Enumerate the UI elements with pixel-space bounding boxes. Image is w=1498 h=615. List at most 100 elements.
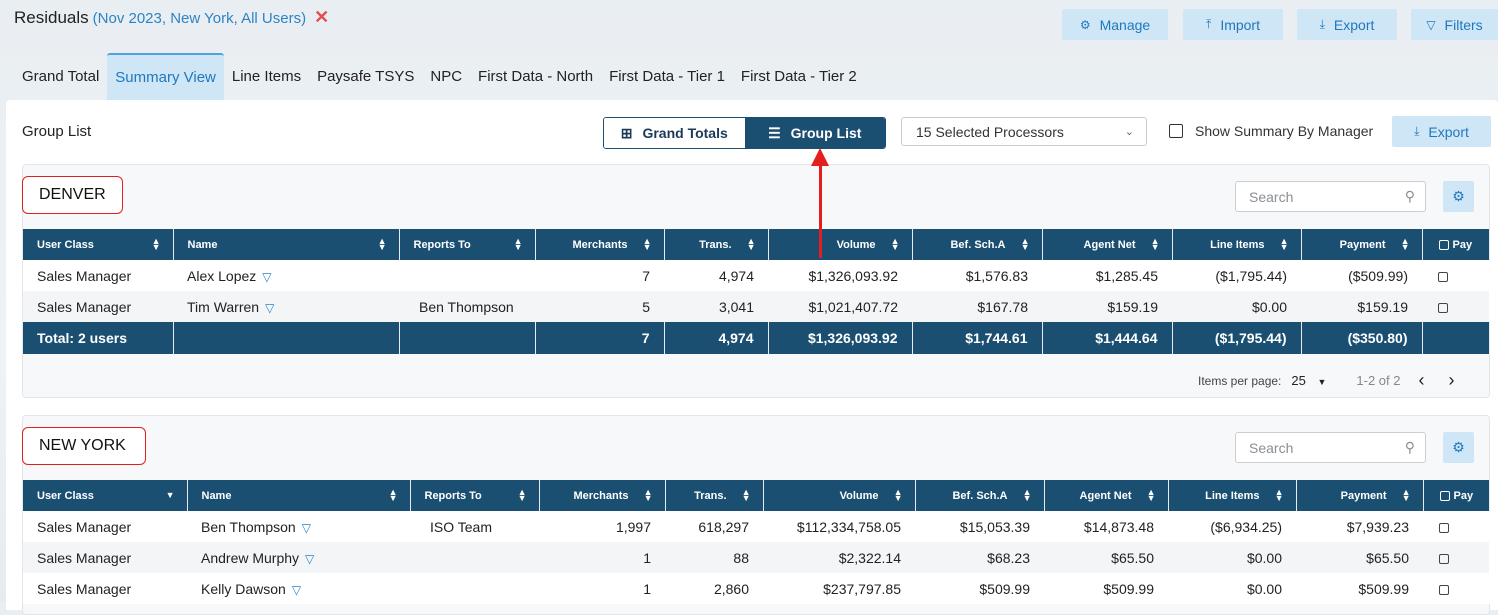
col-pay[interactable]: Pay [1423, 480, 1490, 511]
sort-icon: ▲ ▼ [741, 487, 751, 503]
col-agent-net[interactable]: Agent Net ▲ ▼ [1042, 229, 1173, 260]
col-reports-to[interactable]: Reports To ▲ ▼ [399, 229, 536, 260]
user-name[interactable]: Kelly Dawson [201, 581, 286, 597]
tab-first-data-tier-1[interactable]: First Data - Tier 1 [601, 53, 733, 100]
prev-page-button[interactable]: ‹ [1419, 370, 1425, 391]
user-name[interactable]: Tim Warren [187, 299, 259, 315]
grid-icon: ⊞ [620, 124, 633, 141]
table-row: Sales Manager Ben Thompson ▽ ISO Team 1,9… [23, 511, 1489, 542]
col-bef-sch-a[interactable]: Bef. Sch.A ▲ ▼ [912, 229, 1043, 260]
tab-first-data-tier-2[interactable]: First Data - Tier 2 [733, 53, 865, 100]
filter-icon[interactable]: ▽ [265, 301, 274, 315]
gear-icon: ⚙ [1452, 439, 1465, 455]
paginator: Items per page: 25 ▼ 1-2 of 2 ‹ › [1198, 370, 1455, 391]
sort-icon: ▲ ▼ [377, 236, 387, 252]
import-button[interactable]: ⤒ Import [1183, 9, 1283, 40]
view-toggle: ⊞ Grand Totals ☰ Group List [603, 117, 886, 149]
col-payment[interactable]: Payment ▲ ▼ [1301, 229, 1423, 260]
pay-checkbox[interactable] [1438, 302, 1448, 313]
col-name[interactable]: Name ▲ ▼ [187, 480, 411, 511]
denver-table: User Class ▲ ▼ Name ▲ ▼ Reports To ▲ ▼ Merchan… [23, 229, 1490, 354]
filter-icon[interactable]: ▽ [262, 270, 271, 284]
col-user-class[interactable]: User Class ▲ ▼ [23, 229, 174, 260]
group-name-denver: DENVER [22, 176, 123, 214]
tab-npc[interactable]: NPC [422, 53, 470, 100]
gear-icon: ⚙ [1079, 17, 1091, 32]
table-row: Sales Manager Kelly Dawson ▽ 1 2,860 $237… [23, 573, 1489, 604]
tab-bar: Grand Total Summary View Line Items Pays… [14, 52, 865, 100]
manage-button[interactable]: ⚙ Manage [1062, 9, 1168, 40]
column-settings-button[interactable]: ⚙ [1443, 181, 1474, 212]
col-payment[interactable]: Payment ▲ ▼ [1296, 480, 1424, 511]
grand-totals-toggle[interactable]: ⊞ Grand Totals [604, 118, 745, 148]
pay-checkbox[interactable] [1439, 584, 1449, 595]
col-merchants[interactable]: Merchants ▲ ▼ [535, 229, 665, 260]
col-line-items[interactable]: Line Items ▲ ▼ [1168, 480, 1297, 511]
pay-checkbox[interactable] [1439, 522, 1449, 533]
group-export-button[interactable]: ⤓ Export [1392, 116, 1491, 147]
sort-icon: ▲ ▼ [1146, 487, 1156, 503]
annotation-arrow [819, 160, 822, 258]
chevron-down-icon: ⌄ [1124, 126, 1134, 138]
pay-checkbox[interactable] [1439, 553, 1449, 564]
search-input[interactable]: Search ⚲ [1235, 181, 1426, 212]
close-icon[interactable]: ✕ [314, 7, 329, 27]
download-icon: ⤓ [1414, 124, 1420, 138]
sort-icon: ▲ ▼ [746, 236, 756, 252]
user-name[interactable]: Ben Thompson [201, 519, 296, 535]
col-reports-to[interactable]: Reports To ▲ ▼ [410, 480, 540, 511]
group-list-toggle[interactable]: ☰ Group List [744, 118, 885, 148]
col-agent-net[interactable]: Agent Net ▲ ▼ [1044, 480, 1169, 511]
export-button[interactable]: ⤓ Export [1297, 9, 1397, 40]
show-summary-checkbox[interactable] [1169, 124, 1183, 138]
search-icon: ⚲ [1404, 439, 1415, 455]
col-merchants[interactable]: Merchants ▲ ▼ [539, 480, 666, 511]
pay-all-checkbox[interactable] [1438, 239, 1449, 250]
tab-first-data-north[interactable]: First Data - North [470, 53, 601, 100]
tab-summary-view[interactable]: Summary View [107, 53, 224, 100]
user-name[interactable]: Alex Lopez [187, 268, 256, 284]
filters-button[interactable]: ▽ Filters [1411, 9, 1498, 40]
show-summary-option[interactable]: Show Summary By Manager [1169, 123, 1373, 139]
col-bef-sch-a[interactable]: Bef. Sch.A ▲ ▼ [915, 480, 1045, 511]
pay-checkbox[interactable] [1438, 271, 1448, 282]
items-per-page-select[interactable]: 25 ▼ [1291, 373, 1326, 388]
tab-line-items[interactable]: Line Items [224, 53, 309, 100]
sort-icon: ▲ ▼ [1401, 487, 1411, 503]
sort-icon: ▲ ▼ [388, 487, 398, 503]
sort-icon: ▲ ▼ [893, 487, 903, 503]
sort-icon: ▲ ▼ [1020, 236, 1030, 252]
col-trans[interactable]: Trans. ▲ ▼ [665, 480, 764, 511]
search-input[interactable]: Search ⚲ [1235, 432, 1426, 463]
col-pay[interactable]: Pay [1422, 229, 1490, 260]
tab-grand-total[interactable]: Grand Total [14, 53, 107, 100]
user-name[interactable]: Andrew Murphy [201, 550, 299, 566]
filter-icon[interactable]: ▽ [302, 521, 311, 535]
tab-paysafe-tsys[interactable]: Paysafe TSYS [309, 53, 422, 100]
col-user-class[interactable]: User Class ▼ [23, 480, 188, 511]
filter-icon: ▽ [1426, 17, 1436, 32]
col-trans[interactable]: Trans. ▲ ▼ [664, 229, 769, 260]
col-name[interactable]: Name ▲ ▼ [173, 229, 400, 260]
annotation-arrow-head [811, 148, 829, 166]
sort-icon: ▲ ▼ [151, 236, 161, 252]
context-filter[interactable]: (Nov 2023, New York, All Users) [93, 10, 306, 27]
sort-icon: ▲ ▼ [1400, 236, 1410, 252]
sort-icon: ▲ ▼ [1279, 236, 1289, 252]
sort-icon: ▲ ▼ [1150, 236, 1160, 252]
next-page-button[interactable]: › [1449, 370, 1455, 391]
table-header: User Class ▼ Name ▲ ▼ Reports To ▲ ▼ Merchant… [23, 480, 1490, 511]
col-volume[interactable]: Volume ▲ ▼ [763, 480, 916, 511]
filter-icon[interactable]: ▽ [292, 583, 301, 597]
upload-icon: ⤒ [1206, 17, 1212, 31]
sort-icon: ▲ ▼ [643, 487, 653, 503]
processor-select[interactable]: 15 Selected Processors ⌄ [901, 117, 1147, 146]
page-title: Residuals (Nov 2023, New York, All Users)… [14, 7, 330, 27]
col-volume[interactable]: Volume ▲ ▼ [768, 229, 913, 260]
pay-all-checkbox[interactable] [1439, 490, 1450, 501]
col-line-items[interactable]: Line Items ▲ ▼ [1172, 229, 1302, 260]
total-row: Total: 2 users 7 4,974 $1,326,093.92 $1,… [23, 322, 1490, 354]
sort-icon: ▲ ▼ [1274, 487, 1284, 503]
filter-icon[interactable]: ▽ [305, 552, 314, 566]
column-settings-button[interactable]: ⚙ [1443, 432, 1474, 463]
